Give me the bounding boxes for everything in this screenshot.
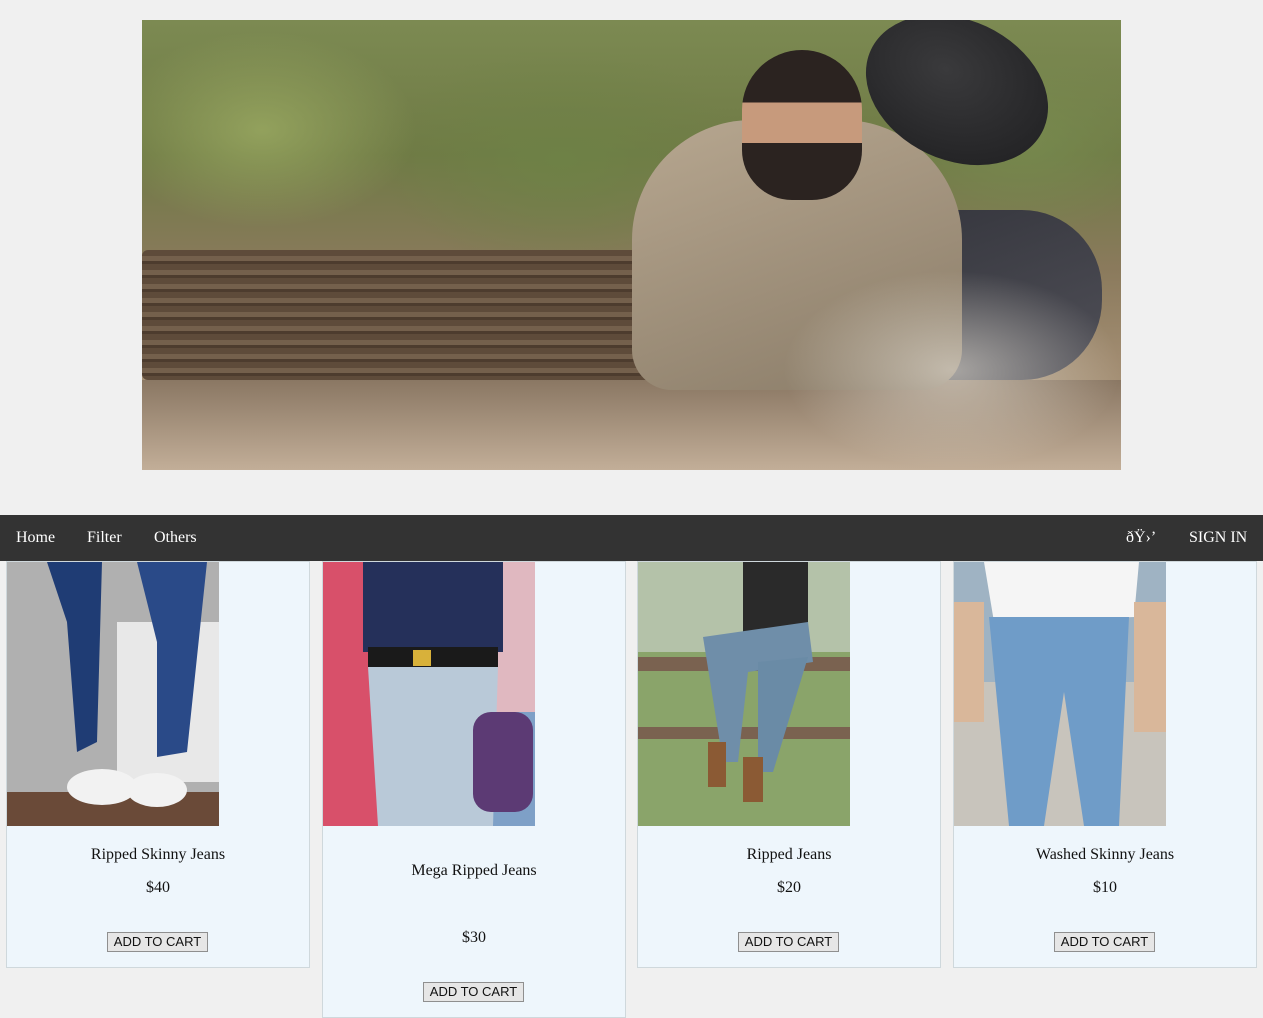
product-card: Ripped Jeans $20 ADD TO CART bbox=[637, 561, 941, 968]
product-image[interactable] bbox=[954, 562, 1166, 826]
product-name: Ripped Jeans bbox=[746, 846, 832, 863]
product-image[interactable] bbox=[323, 562, 535, 826]
nav-others-link[interactable]: Others bbox=[154, 515, 197, 561]
product-card: Washed Skinny Jeans $10 ADD TO CART bbox=[953, 561, 1257, 968]
cart-icon[interactable]: ðŸ›’ bbox=[1126, 515, 1156, 561]
product-image[interactable] bbox=[638, 562, 850, 826]
hero-image bbox=[142, 20, 1121, 470]
product-name: Washed Skinny Jeans bbox=[1035, 846, 1175, 863]
product-name: Mega Ripped Jeans bbox=[411, 862, 537, 879]
nav-filter-link[interactable]: Filter bbox=[87, 515, 122, 561]
product-price: $40 bbox=[146, 879, 170, 896]
product-image[interactable] bbox=[7, 562, 219, 826]
product-price: $30 bbox=[462, 929, 486, 946]
add-to-cart-button[interactable]: ADD TO CART bbox=[423, 982, 524, 1002]
product-name: Ripped Skinny Jeans bbox=[90, 846, 226, 863]
add-to-cart-button[interactable]: ADD TO CART bbox=[738, 932, 839, 952]
product-price: $10 bbox=[1093, 879, 1117, 896]
add-to-cart-button[interactable]: ADD TO CART bbox=[1054, 932, 1155, 952]
navbar: Home Filter Others ðŸ›’ SIGN IN bbox=[0, 515, 1263, 561]
product-card: Mega Ripped Jeans $30 ADD TO CART bbox=[322, 561, 626, 1018]
hero-man-head bbox=[742, 50, 862, 200]
hero-log bbox=[142, 250, 702, 380]
sign-in-link[interactable]: SIGN IN bbox=[1189, 515, 1247, 561]
nav-home-link[interactable]: Home bbox=[16, 515, 55, 561]
product-price: $20 bbox=[777, 879, 801, 896]
product-card: Ripped Skinny Jeans $40 ADD TO CART bbox=[6, 561, 310, 968]
hero-dust bbox=[782, 270, 1121, 470]
add-to-cart-button[interactable]: ADD TO CART bbox=[107, 932, 208, 952]
